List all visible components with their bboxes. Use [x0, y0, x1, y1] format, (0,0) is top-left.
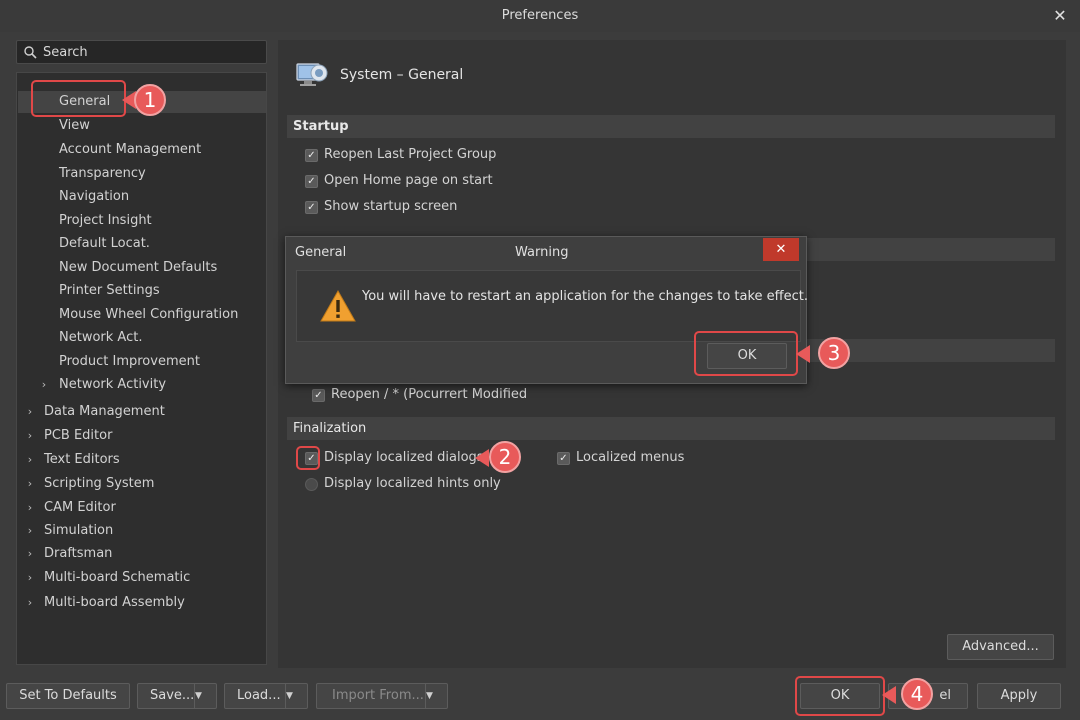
tree-item-draftsman[interactable]: › Draftsman [25, 543, 245, 565]
callout-arrow [796, 345, 810, 363]
dropdown-arrow-icon[interactable]: ▼ [425, 684, 447, 708]
title-bar: Preferences ✕ [0, 0, 1080, 32]
callout-highlight-dialog-ok [694, 331, 798, 376]
tree-item-default-locations[interactable]: Default Locat. [59, 233, 150, 255]
chevron-right-icon[interactable]: › [25, 520, 35, 542]
tree-item-product-improvement[interactable]: Product Improvement [59, 351, 200, 373]
tree-item-cam-editor[interactable]: › CAM Editor [25, 497, 245, 519]
dialog-left-title: General [295, 245, 347, 260]
tree-item-transparency[interactable]: Transparency [59, 163, 146, 185]
callout-highlight-localized-dialogs [296, 446, 320, 470]
chevron-right-icon[interactable]: › [25, 497, 35, 519]
chevron-right-icon[interactable]: › [25, 473, 35, 495]
tree-item-scripting-system[interactable]: › Scripting System [25, 473, 245, 495]
search-input[interactable] [43, 43, 263, 61]
callout-highlight-general [31, 80, 126, 117]
checkmark-icon[interactable]: ✓ [312, 389, 325, 402]
dropdown-arrow-icon[interactable]: ▼ [285, 684, 307, 708]
checkmark-icon[interactable]: ✓ [557, 452, 570, 465]
callout-highlight-ok [795, 676, 885, 716]
tree-item-network-act[interactable]: Network Act. [59, 327, 142, 349]
load-button[interactable]: Load... ▼ [224, 683, 308, 709]
advanced-button[interactable]: Advanced... [947, 634, 1054, 660]
close-icon[interactable]: ✕ [1050, 6, 1070, 26]
tree-item-view[interactable]: View [59, 115, 90, 137]
search-icon [24, 46, 37, 59]
chevron-right-icon[interactable]: › [25, 425, 35, 447]
save-button[interactable]: Save... ▼ [137, 683, 217, 709]
page-title: System – General [340, 67, 464, 83]
dialog-message: You will have to restart an application … [362, 289, 808, 304]
dialog-close-button[interactable]: ✕ [763, 238, 799, 261]
chevron-right-icon[interactable]: › [25, 592, 35, 614]
callout-badge-1: 1 [134, 84, 166, 116]
tree-item-multiboard-schematic[interactable]: › Multi-board Schematic [25, 567, 255, 589]
tree-item-text-editors[interactable]: › Text Editors [25, 449, 245, 471]
chevron-right-icon[interactable]: › [25, 543, 35, 565]
chevron-right-icon[interactable]: › [25, 401, 35, 423]
dialog-title: Warning [515, 245, 569, 260]
checkmark-icon[interactable]: ✓ [305, 175, 318, 188]
tree-item-data-management[interactable]: › Data Management [25, 401, 245, 423]
chevron-right-icon[interactable]: › [25, 449, 35, 471]
tree-item-project-insight[interactable]: Project Insight [59, 210, 152, 232]
set-to-defaults-button[interactable]: Set To Defaults [6, 683, 130, 709]
section-finalization: Finalization [287, 417, 1055, 440]
computer-icon [296, 63, 328, 86]
warning-icon [320, 289, 356, 322]
tree-item-navigation[interactable]: Navigation [59, 186, 129, 208]
tree-item-mouse-wheel[interactable]: Mouse Wheel Configuration [59, 304, 238, 326]
checkmark-icon[interactable]: ✓ [305, 201, 318, 214]
tree-item-network-activity[interactable]: › Network Activity [39, 374, 239, 396]
tree-item-simulation[interactable]: › Simulation [25, 520, 245, 542]
import-from-button[interactable]: Import From... ▼ [316, 683, 448, 709]
section-startup: Startup [287, 115, 1055, 138]
chevron-right-icon[interactable]: › [25, 567, 35, 589]
callout-badge-3: 3 [818, 337, 850, 369]
callout-badge-2: 2 [489, 441, 521, 473]
tree-item-account-management[interactable]: Account Management [59, 139, 201, 161]
tree-item-new-document-defaults[interactable]: New Document Defaults [59, 257, 217, 279]
apply-button[interactable]: Apply [977, 683, 1061, 709]
tree-item-printer-settings[interactable]: Printer Settings [59, 280, 160, 302]
tree-item-multiboard-assembly[interactable]: › Multi-board Assembly [25, 592, 255, 614]
tree-item-pcb-editor[interactable]: › PCB Editor [25, 425, 245, 447]
callout-arrow [475, 449, 489, 467]
search-box[interactable] [16, 40, 267, 64]
radio-icon[interactable] [305, 478, 318, 491]
callout-badge-4: 4 [901, 678, 933, 710]
category-tree: General View Account Management Transpar… [16, 72, 267, 665]
checkmark-icon[interactable]: ✓ [305, 149, 318, 162]
chevron-right-icon[interactable]: › [39, 374, 49, 396]
callout-arrow [882, 686, 896, 704]
window-title: Preferences [501, 8, 579, 23]
dropdown-arrow-icon[interactable]: ▼ [194, 684, 216, 708]
